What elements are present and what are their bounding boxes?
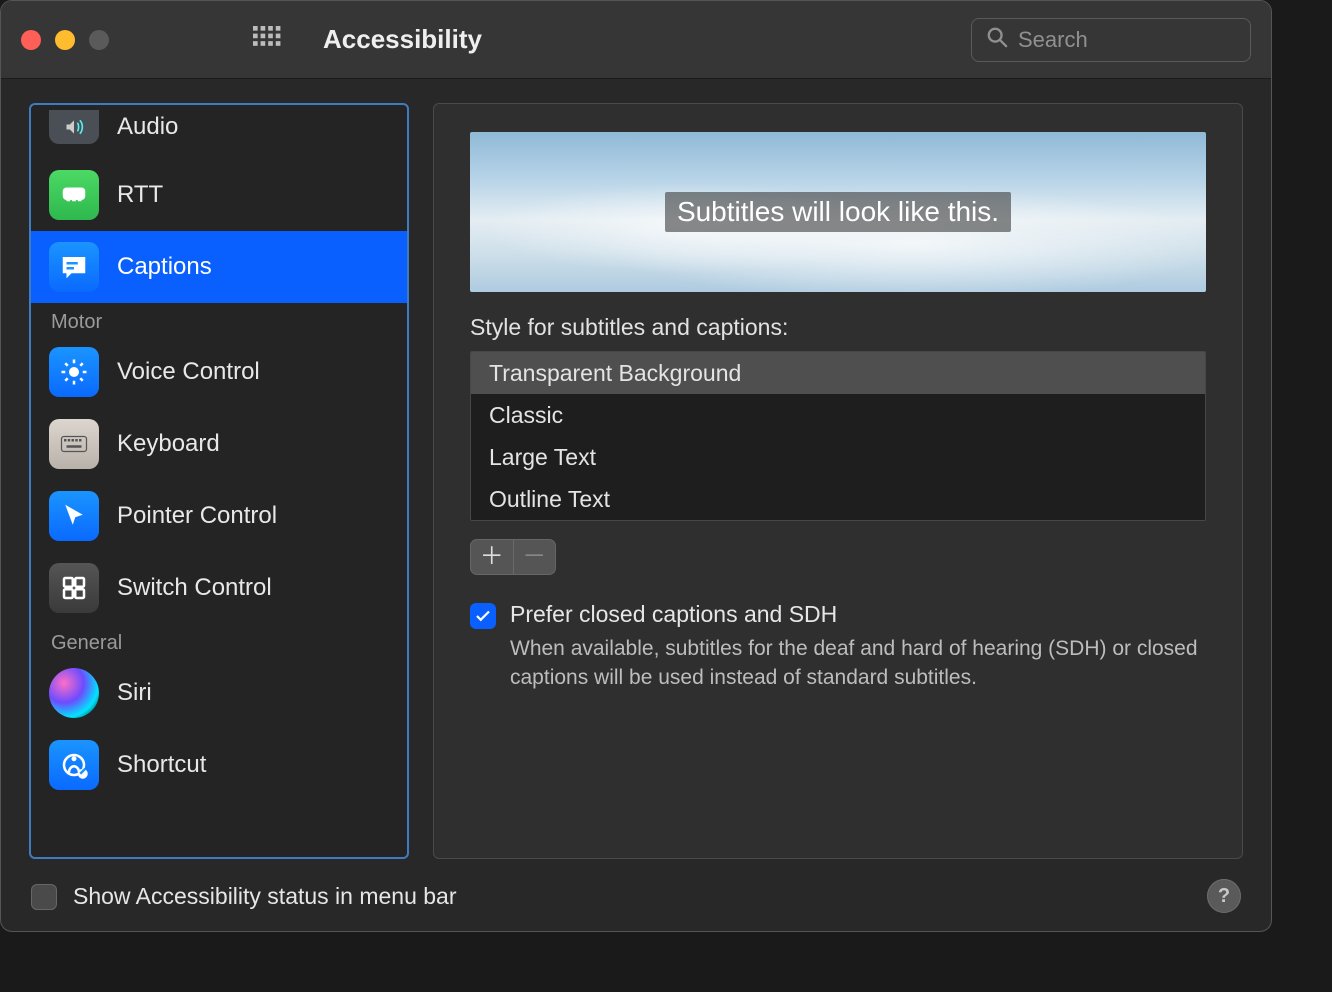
sidebar-item-label: Switch Control <box>117 574 272 602</box>
pointer-control-icon <box>49 491 99 541</box>
sidebar-section-motor: Motor <box>31 305 407 336</box>
page-title: Accessibility <box>323 24 482 55</box>
style-row-label: Outline Text <box>489 486 610 513</box>
sidebar-item-label: Pointer Control <box>117 502 277 530</box>
sidebar-item-voice-control[interactable]: Voice Control <box>31 336 407 408</box>
titlebar: Accessibility <box>1 1 1271 79</box>
sidebar-item-label: Siri <box>117 679 152 707</box>
captions-panel: Subtitles will look like this. Style for… <box>433 103 1243 859</box>
sidebar-item-label: Shortcut <box>117 751 206 779</box>
prefer-closed-captions-row: Prefer closed captions and SDH When avai… <box>470 601 1206 693</box>
show-status-checkbox[interactable] <box>31 884 57 910</box>
minimize-button[interactable] <box>55 30 75 50</box>
style-row-transparent-background[interactable]: Transparent Background <box>471 352 1205 394</box>
nav-arrows <box>177 31 205 49</box>
window-controls <box>21 30 109 50</box>
sidebar-item-label: Audio <box>117 113 178 141</box>
keyboard-icon <box>49 419 99 469</box>
search-field[interactable] <box>971 18 1251 62</box>
accessibility-sidebar[interactable]: Audio RTT Captions Motor <box>29 103 409 859</box>
help-button[interactable]: ? <box>1207 879 1241 913</box>
sidebar-item-label: Voice Control <box>117 358 260 386</box>
sidebar-item-label: RTT <box>117 181 163 209</box>
add-style-button[interactable]: ＋ <box>471 540 514 574</box>
style-row-label: Classic <box>489 402 563 429</box>
sidebar-item-audio[interactable]: Audio <box>31 105 407 159</box>
rtt-icon <box>49 170 99 220</box>
siri-icon <box>49 668 99 718</box>
style-row-large-text[interactable]: Large Text <box>471 436 1205 478</box>
search-icon <box>986 26 1008 53</box>
sidebar-section-general: General <box>31 626 407 657</box>
footer: Show Accessibility status in menu bar ? <box>1 869 1271 931</box>
style-row-classic[interactable]: Classic <box>471 394 1205 436</box>
captions-icon <box>49 242 99 292</box>
subtitle-preview: Subtitles will look like this. <box>470 132 1206 292</box>
show-all-button[interactable] <box>253 26 281 54</box>
prefer-closed-captions-checkbox[interactable] <box>470 603 496 629</box>
sidebar-item-keyboard[interactable]: Keyboard <box>31 408 407 480</box>
voice-control-icon <box>49 347 99 397</box>
style-label: Style for subtitles and captions: <box>470 314 1206 341</box>
show-status-label: Show Accessibility status in menu bar <box>73 883 457 910</box>
style-row-label: Large Text <box>489 444 596 471</box>
sidebar-item-pointer-control[interactable]: Pointer Control <box>31 480 407 552</box>
sidebar-item-switch-control[interactable]: Switch Control <box>31 552 407 624</box>
prefer-closed-captions-help: When available, subtitles for the deaf a… <box>510 634 1206 693</box>
content-body: Audio RTT Captions Motor <box>1 79 1271 869</box>
sidebar-item-captions[interactable]: Captions <box>31 231 407 303</box>
subtitle-sample-text: Subtitles will look like this. <box>665 192 1011 232</box>
system-preferences-window: Accessibility Audio <box>0 0 1272 932</box>
style-list[interactable]: Transparent Background Classic Large Tex… <box>470 351 1206 521</box>
style-row-label: Transparent Background <box>489 360 741 387</box>
remove-style-button[interactable]: － <box>514 540 556 574</box>
search-input[interactable] <box>1018 27 1236 53</box>
switch-control-icon <box>49 563 99 613</box>
add-remove-control: ＋ － <box>470 539 556 575</box>
sidebar-item-shortcut[interactable]: Shortcut <box>31 729 407 801</box>
sidebar-item-label: Captions <box>117 253 212 281</box>
sidebar-item-rtt[interactable]: RTT <box>31 159 407 231</box>
shortcut-icon <box>49 740 99 790</box>
close-button[interactable] <box>21 30 41 50</box>
zoom-button[interactable] <box>89 30 109 50</box>
style-row-outline-text[interactable]: Outline Text <box>471 478 1205 520</box>
audio-icon <box>49 110 99 144</box>
sidebar-item-siri[interactable]: Siri <box>31 657 407 729</box>
sidebar-item-label: Keyboard <box>117 430 220 458</box>
prefer-closed-captions-label: Prefer closed captions and SDH <box>510 601 1206 628</box>
